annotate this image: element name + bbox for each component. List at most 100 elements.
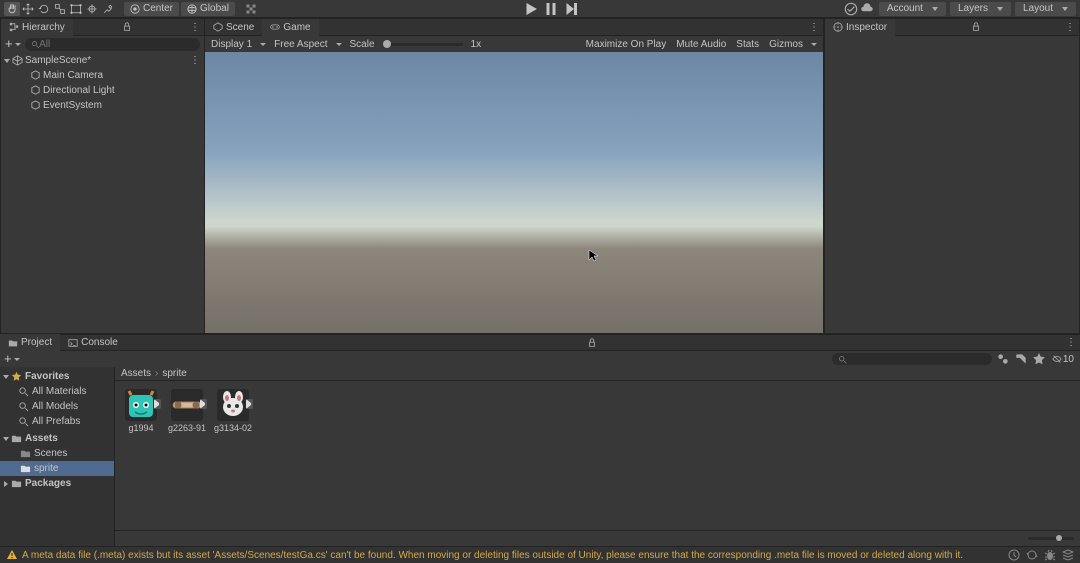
project-tab[interactable]: Project <box>0 334 60 351</box>
filter-by-label[interactable] <box>1014 353 1028 365</box>
hierarchy-tab[interactable]: Hierarchy <box>1 19 73 36</box>
maximize-toggle[interactable]: Maximize On Play <box>586 39 667 50</box>
assets-label: Assets <box>25 433 58 444</box>
breadcrumb: Assets › sprite <box>115 367 1080 381</box>
console-tab[interactable]: Console <box>60 334 126 351</box>
favorite-item[interactable]: All Prefabs <box>0 414 114 429</box>
gameobject-row[interactable]: Main Camera <box>1 68 204 83</box>
inspector-menu[interactable]: ⋮ <box>1061 22 1079 33</box>
folder-label: sprite <box>34 463 58 474</box>
hierarchy-search-input[interactable] <box>39 39 194 50</box>
asset-item[interactable]: g3134-02 <box>215 389 251 433</box>
hierarchy-tree: SampleScene* ⋮ Main Camera Directional L… <box>1 52 204 114</box>
scene-menu[interactable]: ⋮ <box>190 55 200 66</box>
hierarchy-search[interactable] <box>25 38 200 51</box>
game-icon <box>270 22 280 32</box>
hierarchy-menu[interactable]: ⋮ <box>186 22 204 33</box>
gizmos-label: Gizmos <box>769 39 803 50</box>
star-icon <box>11 371 22 382</box>
breadcrumb-part[interactable]: Assets <box>121 368 151 379</box>
move-tool[interactable] <box>20 2 36 16</box>
handle-rotation-button[interactable]: Global <box>181 2 235 16</box>
hand-tool[interactable] <box>4 2 20 16</box>
globe-icon <box>187 4 197 14</box>
scale-slider[interactable] <box>383 43 463 46</box>
hidden-packages[interactable]: 10 <box>1050 353 1076 365</box>
lock-icon[interactable] <box>122 22 132 32</box>
project-create-dropdown[interactable]: + <box>4 354 20 364</box>
folder-item[interactable]: sprite <box>0 461 114 476</box>
display-label: Display 1 <box>211 39 252 50</box>
rect-tool[interactable] <box>68 2 84 16</box>
project-tree: Favorites All Materials All Models All P… <box>0 367 115 546</box>
expand-toggle[interactable] <box>3 375 9 379</box>
inspector-tab[interactable]: Inspector <box>825 19 895 36</box>
scale-value: 1x <box>471 39 482 50</box>
project-panel: Project Console ⋮ + 10 Favorites <box>0 334 1080 546</box>
display-dropdown[interactable]: Display 1 <box>211 39 266 50</box>
layers-label: Layers <box>958 3 988 14</box>
scene-row[interactable]: SampleScene* ⋮ <box>1 53 204 68</box>
hierarchy-panel: Hierarchy ⋮ + SampleScene* ⋮ Main Camera <box>0 18 205 334</box>
account-dropdown[interactable]: Account <box>879 2 946 16</box>
stats-toggle[interactable]: Stats <box>736 39 759 50</box>
expand-toggle[interactable] <box>3 437 9 441</box>
cube-icon <box>29 70 41 82</box>
project-menu[interactable]: ⋮ <box>1062 337 1080 348</box>
mute-toggle[interactable]: Mute Audio <box>676 39 726 50</box>
scale-tool[interactable] <box>52 2 68 16</box>
favorites-label: Favorites <box>25 371 69 382</box>
asset-item[interactable]: g2263-91 <box>169 389 205 433</box>
collab-icon[interactable] <box>843 2 859 16</box>
snap-button[interactable] <box>243 2 259 16</box>
step-button[interactable] <box>562 2 580 16</box>
cloud-icon[interactable] <box>859 2 875 16</box>
custom-tool[interactable] <box>100 2 116 16</box>
gameobject-row[interactable]: EventSystem <box>1 98 204 113</box>
expand-toggle[interactable] <box>4 59 10 63</box>
status-message[interactable]: A meta data file (.meta) exists but its … <box>22 550 963 561</box>
favorites-header[interactable]: Favorites <box>0 369 114 384</box>
aspect-dropdown[interactable]: Free Aspect <box>274 39 341 50</box>
thumbnail-size-slider[interactable] <box>1028 537 1074 540</box>
favorite-item[interactable]: All Models <box>0 399 114 414</box>
game-view-menu[interactable]: ⋮ <box>805 22 823 33</box>
transform-tool[interactable] <box>84 2 100 16</box>
gizmos-dropdown[interactable]: Gizmos <box>769 39 817 50</box>
asset-thumbnail <box>171 389 203 421</box>
breadcrumb-part[interactable]: sprite <box>162 368 186 379</box>
game-render <box>205 52 823 333</box>
project-search[interactable] <box>832 353 992 365</box>
bug-icon[interactable] <box>1044 549 1056 561</box>
create-dropdown[interactable]: + <box>5 39 21 49</box>
cursor-icon <box>588 249 598 263</box>
asset-item[interactable]: g1994 <box>123 389 159 433</box>
lock-icon[interactable] <box>971 22 981 32</box>
layers-dropdown[interactable]: Layers <box>950 2 1011 16</box>
expand-toggle[interactable] <box>4 481 8 487</box>
game-tab[interactable]: Game <box>262 19 318 36</box>
activity-icon[interactable] <box>1008 549 1020 561</box>
assets-folder[interactable]: Assets <box>0 431 114 446</box>
game-canvas[interactable] <box>205 52 823 333</box>
scene-tab[interactable]: Scene <box>205 19 262 36</box>
favorite-item[interactable]: All Materials <box>0 384 114 399</box>
save-search[interactable] <box>1032 353 1046 365</box>
transform-tools <box>4 2 116 16</box>
project-tab-label: Project <box>21 337 52 348</box>
play-button[interactable] <box>522 2 540 16</box>
unity-icon <box>11 55 23 67</box>
filter-by-type[interactable] <box>996 353 1010 365</box>
layout-dropdown[interactable]: Layout <box>1015 2 1076 16</box>
favorite-label: All Models <box>32 401 78 412</box>
gameobject-row[interactable]: Directional Light <box>1 83 204 98</box>
layers-icon[interactable] <box>1062 549 1074 561</box>
lock-icon[interactable] <box>587 338 597 348</box>
asset-label: g1994 <box>128 423 153 433</box>
folder-item[interactable]: Scenes <box>0 446 114 461</box>
pivot-mode-button[interactable]: Center <box>124 2 179 16</box>
auto-refresh-icon[interactable] <box>1026 549 1038 561</box>
rotate-tool[interactable] <box>36 2 52 16</box>
packages-folder[interactable]: Packages <box>0 476 114 491</box>
pause-button[interactable] <box>542 2 560 16</box>
